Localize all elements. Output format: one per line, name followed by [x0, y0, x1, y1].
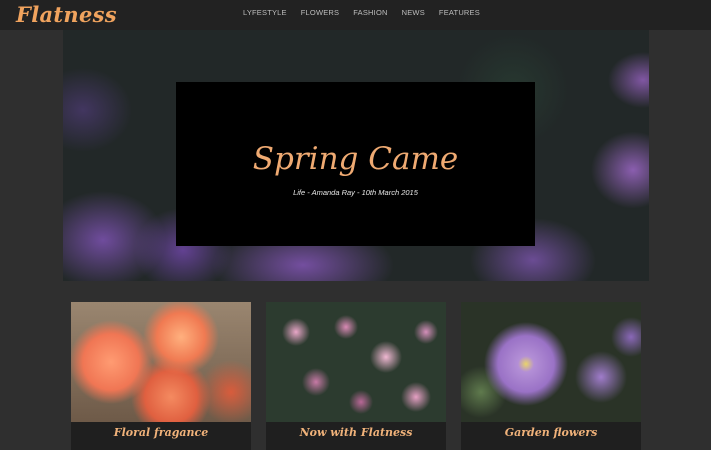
post-card[interactable]: Garden flowers: [461, 302, 641, 450]
main-nav: LYFESTYLE FLOWERS FASHION NEWS FEATURES: [236, 0, 487, 28]
nav-item-lyfestyle[interactable]: LYFESTYLE: [236, 0, 294, 28]
nav-item-flowers[interactable]: FLOWERS: [294, 0, 347, 28]
post-card[interactable]: Floral fragance: [71, 302, 251, 450]
post-image[interactable]: [266, 302, 446, 422]
nav-item-fashion[interactable]: FASHION: [346, 0, 394, 28]
post-image[interactable]: [71, 302, 251, 422]
hero-title[interactable]: Spring Came: [176, 142, 535, 176]
post-title[interactable]: Floral fragance: [71, 426, 251, 439]
hero-meta: Life - Amanda Ray - 10th March 2015: [293, 188, 418, 197]
hero-banner[interactable]: Spring Came Life - Amanda Ray - 10th Mar…: [63, 30, 649, 281]
nav-item-features[interactable]: FEATURES: [432, 0, 487, 28]
post-title[interactable]: Garden flowers: [461, 426, 641, 439]
hero-caption-box[interactable]: Spring Came Life - Amanda Ray - 10th Mar…: [176, 82, 535, 246]
post-card[interactable]: Now with Flatness: [266, 302, 446, 450]
site-logo[interactable]: Flatness: [16, 2, 117, 28]
post-title[interactable]: Now with Flatness: [266, 426, 446, 439]
nav-item-news[interactable]: NEWS: [395, 0, 432, 28]
post-image[interactable]: [461, 302, 641, 422]
top-navbar: Flatness LYFESTYLE FLOWERS FASHION NEWS …: [0, 0, 711, 30]
